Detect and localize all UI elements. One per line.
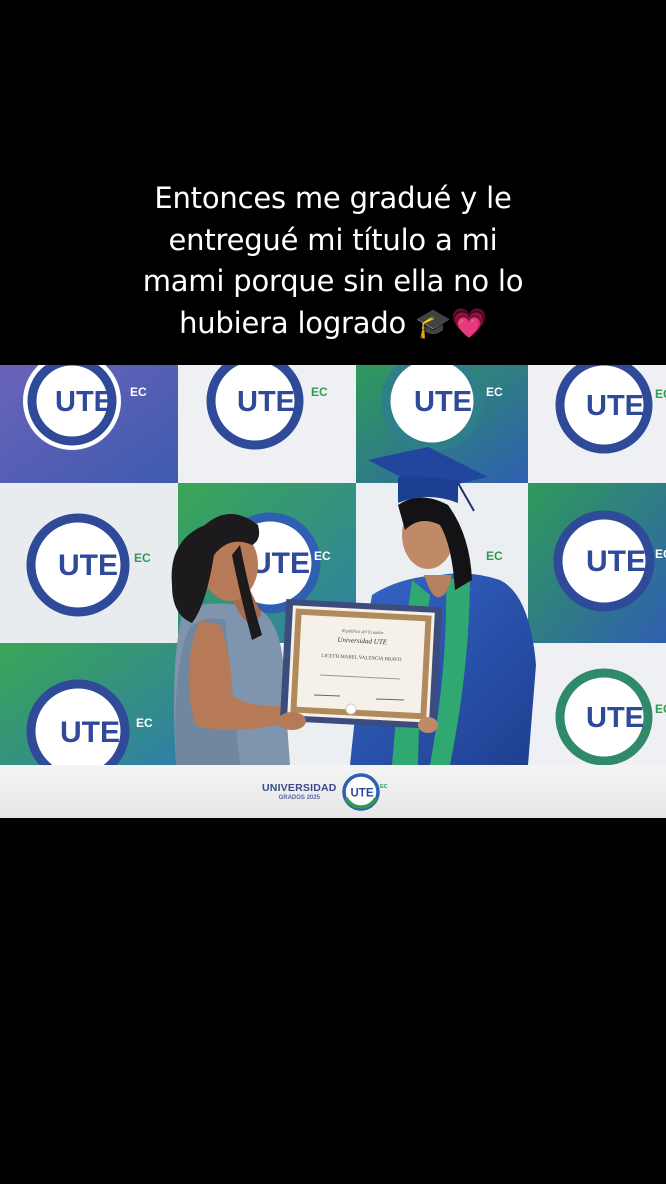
caption-line-2: entregué mi título a mi: [168, 222, 498, 257]
caption-line-3: mami porque sin ella no lo: [142, 264, 524, 298]
caption-line-1: Entonces me gradué y le: [154, 181, 512, 215]
svg-text:UTE: UTE: [586, 545, 646, 578]
svg-text:EC: EC: [486, 385, 503, 399]
svg-text:UTE: UTE: [55, 386, 113, 418]
svg-text:EC: EC: [655, 702, 666, 716]
caption-overlay: Entonces me gradué y le entregué mi títu…: [0, 178, 666, 344]
svg-text:UTE: UTE: [586, 702, 644, 734]
ute-logo-icon: UTE EC: [341, 773, 388, 811]
svg-text:UTE: UTE: [414, 386, 472, 418]
svg-text:UTE: UTE: [350, 788, 373, 800]
footer-ute-logo: UNIVERSIDAD GRADOS 2025 UTE EC: [262, 772, 402, 812]
svg-text:EC: EC: [134, 551, 151, 565]
footer-text: UNIVERSIDAD GRADOS 2025: [262, 782, 337, 802]
svg-text:UTE: UTE: [237, 386, 295, 418]
svg-text:EC: EC: [311, 385, 328, 399]
diploma: República del Ecuador Universidad UTE LI…: [279, 599, 443, 729]
svg-text:UTE: UTE: [250, 547, 310, 580]
footer-university: UNIVERSIDAD: [262, 782, 337, 794]
svg-text:EC: EC: [486, 549, 503, 563]
footer-grados: GRADOS 2025: [278, 795, 320, 801]
graduate-hand: [418, 717, 438, 733]
mother-hand: [278, 712, 306, 730]
graduation-photo: UTE EC UTE EC UTE EC UTE EC UTE EC UTE E…: [0, 365, 666, 765]
svg-text:EC: EC: [130, 385, 147, 399]
svg-text:UTE: UTE: [586, 390, 644, 422]
svg-text:EC: EC: [655, 547, 666, 561]
svg-text:UTE: UTE: [60, 716, 120, 749]
photo-scene: UTE EC UTE EC UTE EC UTE EC UTE EC UTE E…: [0, 365, 666, 765]
svg-text:EC: EC: [136, 716, 153, 730]
svg-text:UTE: UTE: [58, 549, 118, 582]
caption-line-4: hubiera logrado 🎓💗: [179, 305, 487, 340]
svg-text:EC: EC: [314, 549, 331, 563]
svg-text:EC: EC: [380, 784, 388, 790]
svg-text:EC: EC: [655, 387, 666, 401]
